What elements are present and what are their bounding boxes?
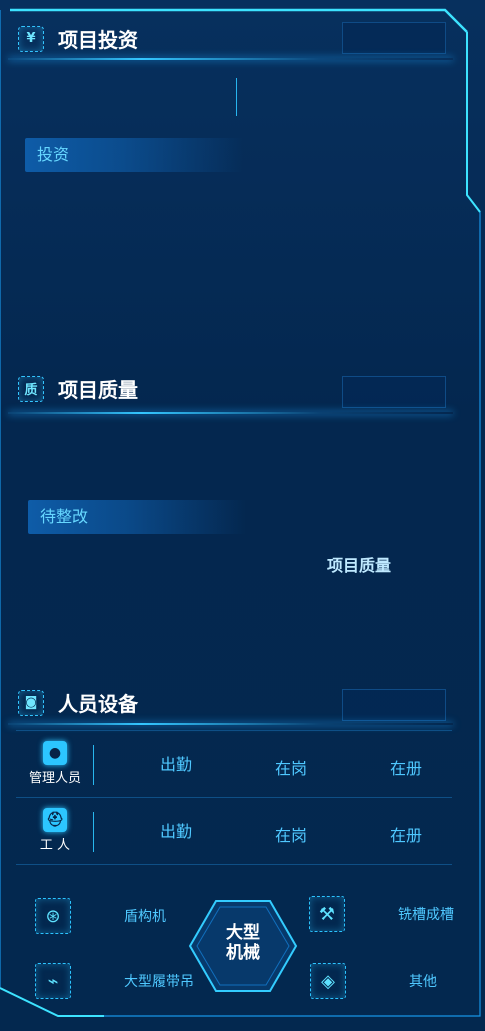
investment-header: ¥ 项目投资: [18, 24, 138, 53]
investment-selector[interactable]: [342, 22, 446, 54]
role-label: 工 人: [39, 838, 71, 853]
equipment-label: 铣槽成槽: [398, 907, 454, 923]
large-machinery-line-1: 大型: [226, 923, 260, 943]
large-machinery-line-2: 机械: [226, 943, 260, 963]
manager-icon: ●: [43, 741, 67, 765]
yen-icon: ¥: [18, 25, 44, 52]
investment-pill-label: 投资: [37, 145, 70, 164]
quality-pill[interactable]: 待整改: [28, 500, 246, 534]
layers-icon: ◈: [310, 963, 346, 999]
trench-cutter-item[interactable]: ⚒ 铣槽成槽: [309, 896, 454, 932]
shield-machine-icon: ⊛: [35, 898, 71, 934]
quality-title-underline: [8, 412, 453, 414]
manager-role: ● 管理人员: [22, 741, 88, 786]
crane-icon: ⚒: [309, 896, 345, 932]
investment-pill[interactable]: 投资: [25, 138, 243, 172]
investment-title: 项目投资: [58, 28, 138, 52]
worker-role: ⛑ 工 人: [22, 808, 88, 853]
quality-center-label: 项目质量: [327, 556, 392, 575]
role-label: 管理人员: [28, 771, 81, 786]
investment-title-underline: [8, 58, 453, 60]
crawler-crane-item[interactable]: ⌁ 大型履带吊: [35, 963, 194, 999]
row-divider: [93, 812, 94, 852]
equipment-label: 大型履带吊: [124, 974, 194, 990]
registered-metric[interactable]: 在册: [390, 822, 422, 846]
large-machinery-label: 大型 机械: [188, 923, 298, 963]
attendance-metric[interactable]: 出勤: [160, 818, 192, 842]
personnel-header: ◙ 人员设备: [18, 688, 138, 717]
quality-title: 项目质量: [58, 378, 138, 402]
other-equipment-item[interactable]: ◈ 其他: [310, 963, 437, 999]
equipment-label: 其他: [409, 974, 437, 990]
shield-machine-item[interactable]: ⊛ 盾构机: [35, 898, 166, 934]
row-divider: [93, 745, 94, 785]
worker-icon: ⛑: [43, 808, 67, 832]
on-duty-metric[interactable]: 在岗: [275, 822, 307, 846]
personnel-table: ● 管理人员 出勤 在岗 在册 ⛑ 工 人 出勤 在岗 在册: [16, 730, 452, 865]
personnel-title: 人员设备: [58, 692, 138, 716]
attendance-metric[interactable]: 出勤: [160, 751, 192, 775]
investment-divider: [236, 78, 237, 116]
quality-icon: 质: [18, 375, 44, 402]
registered-metric[interactable]: 在册: [390, 755, 422, 779]
crawler-crane-icon: ⌁: [35, 963, 71, 999]
people-icon: ◙: [18, 689, 44, 716]
equipment-label: 盾构机: [124, 909, 166, 925]
quality-selector[interactable]: [342, 376, 446, 408]
table-row: ⛑ 工 人 出勤 在岗 在册: [16, 798, 452, 865]
table-row: ● 管理人员 出勤 在岗 在册: [16, 731, 452, 798]
personnel-title-underline: [8, 723, 453, 725]
quality-pill-label: 待整改: [40, 507, 89, 526]
quality-header: 质 项目质量: [18, 374, 138, 403]
on-duty-metric[interactable]: 在岗: [275, 755, 307, 779]
personnel-selector[interactable]: [342, 689, 446, 721]
